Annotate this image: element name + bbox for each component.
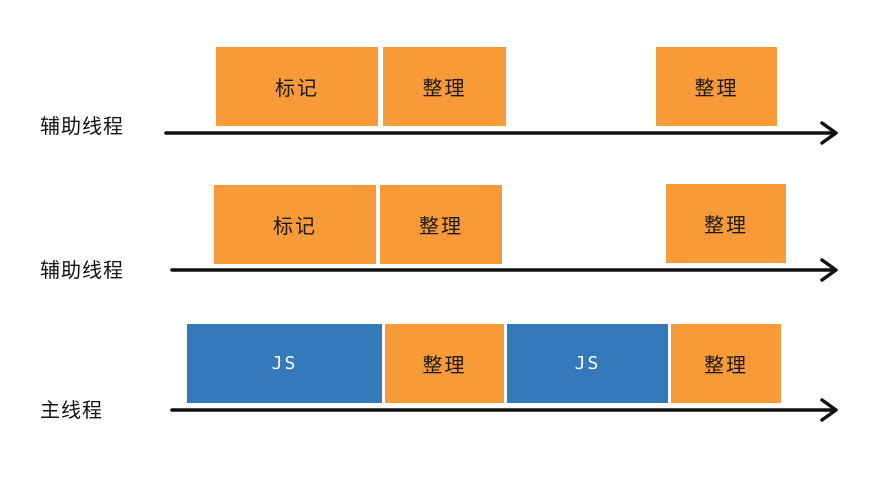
compact-block: 整理 — [385, 324, 504, 403]
js-block: JS — [187, 324, 382, 403]
compact-block: 整理 — [671, 324, 781, 403]
timeline-arrow — [170, 398, 838, 422]
gc-thread-timeline-diagram: 辅助线程 标记 整理 整理 辅助线程 标记 整理 整理 主线程 JS 整理 JS… — [0, 0, 892, 480]
js-block: JS — [507, 324, 668, 403]
